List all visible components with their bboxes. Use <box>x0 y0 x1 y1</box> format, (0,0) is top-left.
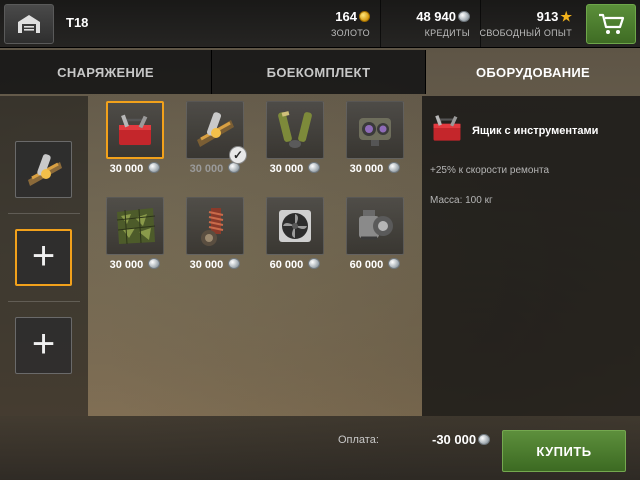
item-price: 30 000 <box>349 163 384 175</box>
plus-icon: + <box>31 233 56 278</box>
silver-coin-icon <box>148 162 161 173</box>
info-effect: +25% к скорости ремонта <box>430 165 550 176</box>
item-price: 30 000 <box>189 163 224 175</box>
equipment-item-toolbox[interactable]: 30 000 <box>104 101 166 175</box>
item-price: 30 000 <box>269 163 304 175</box>
silver-coin-icon <box>228 258 241 269</box>
gold-coin-icon <box>359 11 370 22</box>
tab-consumables[interactable]: СНАРЯЖЕНИЕ <box>0 50 212 94</box>
ventilation-icon <box>279 210 311 242</box>
tank-name: T18 <box>66 15 89 30</box>
garage-icon <box>18 15 40 33</box>
item-price: 30 000 <box>109 259 144 271</box>
buy-button[interactable]: КУПИТЬ <box>502 430 626 472</box>
rammer-icon <box>197 112 234 147</box>
tab-equipment[interactable]: ОБОРУДОВАНИЕ <box>426 50 640 94</box>
info-mass: Масса: 100 кг <box>430 195 493 206</box>
silver-coin-icon <box>308 258 321 269</box>
silver-coin-icon <box>308 162 321 173</box>
category-tabs: СНАРЯЖЕНИЕ БОЕКОМПЛЕКТ ОБОРУДОВАНИЕ <box>0 50 640 94</box>
gold-balance: 164 ЗОЛОТО <box>280 0 380 48</box>
item-price: 60 000 <box>349 259 384 271</box>
item-price: 30 000 <box>189 259 224 271</box>
slot-1-rammer[interactable] <box>15 141 72 198</box>
free-xp-label: СВОБОДНЫЙ ОПЫТ <box>479 28 572 38</box>
toolbox-icon <box>119 114 151 145</box>
item-info-panel: Ящик с инструментами +25% к скорости рем… <box>422 96 640 416</box>
info-title: Ящик с инструментами <box>472 125 599 137</box>
garage-button[interactable] <box>4 4 54 44</box>
payment-amount: -30 000 <box>432 432 477 447</box>
payment-value: -30 000 <box>432 432 491 447</box>
free-xp-value: 913 <box>536 9 559 24</box>
silver-coin-icon <box>458 11 470 22</box>
silver-coin-icon <box>388 258 401 269</box>
equipment-slots: + + <box>0 96 88 416</box>
equipment-item-camouflage-net[interactable]: 30 000 <box>104 197 166 271</box>
gold-value: 164 <box>335 9 357 24</box>
toolbox-icon <box>433 115 461 141</box>
item-price: 30 000 <box>109 163 144 175</box>
binocular-telescope-icon <box>278 111 312 148</box>
free-xp-balance: 913 ★ СВОБОДНЫЙ ОПЫТ <box>480 0 582 48</box>
bottom-bar: Оплата: -30 000 КУПИТЬ <box>0 416 640 480</box>
slot-3-empty[interactable]: + <box>15 317 72 374</box>
item-price: 60 000 <box>269 259 304 271</box>
equipment-item-binocular-telescope[interactable]: 30 000 <box>264 101 326 175</box>
equipment-item-gun-laying-drive[interactable]: 60 000 <box>344 197 406 271</box>
gun-laying-drive-icon <box>359 210 393 240</box>
suspension-icon <box>201 208 224 246</box>
tab-ammunition[interactable]: БОЕКОМПЛЕКТ <box>212 50 426 94</box>
payment-label: Оплата: <box>338 434 379 446</box>
top-bar: T18 164 ЗОЛОТО 48 940 КРЕДИТЫ 913 ★ СВОБО… <box>0 0 640 48</box>
equipment-item-ventilation[interactable]: 60 000 <box>264 197 326 271</box>
star-icon: ★ <box>560 9 572 24</box>
silver-coin-icon <box>388 162 401 173</box>
shop-cart-button[interactable] <box>586 4 636 44</box>
plus-icon: + <box>31 321 56 366</box>
equipment-item-rammer[interactable]: ✓ 30 000 <box>184 101 247 175</box>
coated-optics-icon <box>359 118 391 146</box>
equipment-item-coated-optics[interactable]: 30 000 <box>344 101 406 175</box>
owned-check-icon: ✓ <box>229 146 247 164</box>
camouflage-net-icon <box>116 208 156 245</box>
silver-coin-icon <box>148 258 161 269</box>
slot-2-empty[interactable]: + <box>15 229 72 286</box>
credits-balance: 48 940 КРЕДИТЫ <box>380 0 480 48</box>
rammer-icon <box>27 153 62 186</box>
silver-coin-icon <box>478 434 491 445</box>
credits-value: 48 940 <box>416 9 456 24</box>
equipment-item-suspension[interactable]: 30 000 <box>184 197 246 271</box>
cart-icon <box>599 13 625 34</box>
gold-label: ЗОЛОТО <box>330 28 370 38</box>
credits-label: КРЕДИТЫ <box>424 28 470 38</box>
